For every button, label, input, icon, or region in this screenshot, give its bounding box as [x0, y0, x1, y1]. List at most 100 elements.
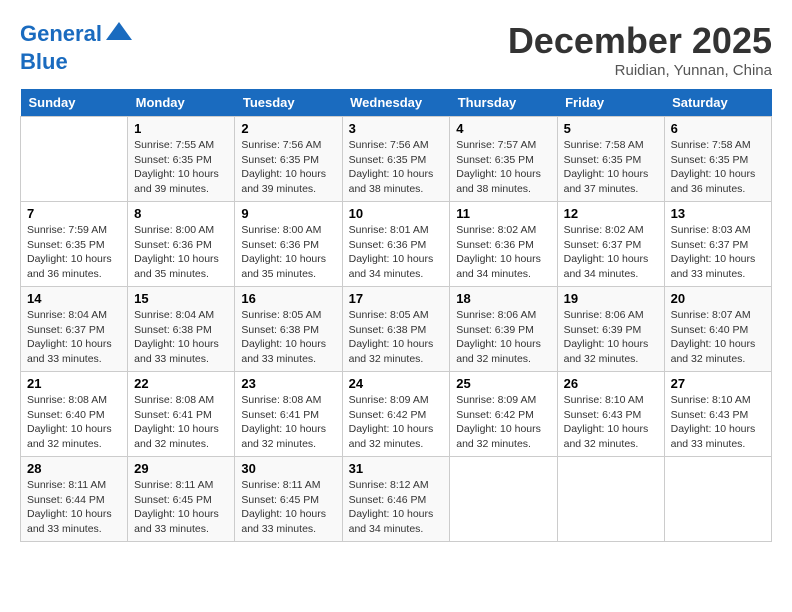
day-number: 26 [564, 376, 658, 391]
day-number: 14 [27, 291, 121, 306]
day-info: Sunrise: 8:05 AM Sunset: 6:38 PM Dayligh… [349, 308, 444, 367]
day-info: Sunrise: 7:55 AM Sunset: 6:35 PM Dayligh… [134, 138, 228, 197]
calendar-cell: 16 Sunrise: 8:05 AM Sunset: 6:38 PM Dayl… [235, 287, 342, 372]
calendar-week-row: 21 Sunrise: 8:08 AM Sunset: 6:40 PM Dayl… [21, 372, 772, 457]
calendar-cell: 30 Sunrise: 8:11 AM Sunset: 6:45 PM Dayl… [235, 457, 342, 542]
day-number: 12 [564, 206, 658, 221]
daylight-hours: Daylight: 10 hours and 32 minutes. [27, 423, 112, 450]
day-info: Sunrise: 8:09 AM Sunset: 6:42 PM Dayligh… [456, 393, 550, 452]
sunrise-time: Sunrise: 8:02 AM [456, 224, 536, 236]
location-subtitle: Ruidian, Yunnan, China [508, 62, 772, 79]
day-info: Sunrise: 7:56 AM Sunset: 6:35 PM Dayligh… [349, 138, 444, 197]
day-info: Sunrise: 8:02 AM Sunset: 6:37 PM Dayligh… [564, 223, 658, 282]
daylight-hours: Daylight: 10 hours and 33 minutes. [241, 508, 326, 535]
day-number: 18 [456, 291, 550, 306]
calendar-cell [557, 457, 664, 542]
weekday-header: Saturday [664, 89, 771, 117]
title-block: December 2025 Ruidian, Yunnan, China [508, 20, 772, 79]
sunrise-time: Sunrise: 8:06 AM [564, 309, 644, 321]
day-info: Sunrise: 8:12 AM Sunset: 6:46 PM Dayligh… [349, 478, 444, 537]
weekday-header-row: SundayMondayTuesdayWednesdayThursdayFrid… [21, 89, 772, 117]
calendar-cell: 19 Sunrise: 8:06 AM Sunset: 6:39 PM Dayl… [557, 287, 664, 372]
day-number: 5 [564, 121, 658, 136]
calendar-cell: 5 Sunrise: 7:58 AM Sunset: 6:35 PM Dayli… [557, 117, 664, 202]
logo-text: General Blue [20, 20, 134, 74]
weekday-header: Thursday [450, 89, 557, 117]
sunset-time: Sunset: 6:35 PM [671, 154, 749, 166]
day-info: Sunrise: 8:10 AM Sunset: 6:43 PM Dayligh… [564, 393, 658, 452]
calendar-cell: 28 Sunrise: 8:11 AM Sunset: 6:44 PM Dayl… [21, 457, 128, 542]
day-info: Sunrise: 8:02 AM Sunset: 6:36 PM Dayligh… [456, 223, 550, 282]
daylight-hours: Daylight: 10 hours and 35 minutes. [134, 253, 219, 280]
calendar-cell: 23 Sunrise: 8:08 AM Sunset: 6:41 PM Dayl… [235, 372, 342, 457]
day-number: 25 [456, 376, 550, 391]
sunrise-time: Sunrise: 8:04 AM [134, 309, 214, 321]
sunset-time: Sunset: 6:35 PM [241, 154, 319, 166]
day-number: 22 [134, 376, 228, 391]
sunset-time: Sunset: 6:43 PM [564, 409, 642, 421]
calendar-cell: 31 Sunrise: 8:12 AM Sunset: 6:46 PM Dayl… [342, 457, 450, 542]
sunrise-time: Sunrise: 7:59 AM [27, 224, 107, 236]
calendar-cell: 29 Sunrise: 8:11 AM Sunset: 6:45 PM Dayl… [128, 457, 235, 542]
daylight-hours: Daylight: 10 hours and 39 minutes. [241, 168, 326, 195]
calendar-table: SundayMondayTuesdayWednesdayThursdayFrid… [20, 89, 772, 542]
day-info: Sunrise: 8:05 AM Sunset: 6:38 PM Dayligh… [241, 308, 335, 367]
day-info: Sunrise: 8:01 AM Sunset: 6:36 PM Dayligh… [349, 223, 444, 282]
sunset-time: Sunset: 6:38 PM [241, 324, 319, 336]
daylight-hours: Daylight: 10 hours and 33 minutes. [134, 338, 219, 365]
calendar-cell: 1 Sunrise: 7:55 AM Sunset: 6:35 PM Dayli… [128, 117, 235, 202]
sunrise-time: Sunrise: 8:08 AM [27, 394, 107, 406]
day-number: 3 [349, 121, 444, 136]
sunset-time: Sunset: 6:35 PM [456, 154, 534, 166]
day-info: Sunrise: 8:06 AM Sunset: 6:39 PM Dayligh… [456, 308, 550, 367]
sunset-time: Sunset: 6:41 PM [134, 409, 212, 421]
day-info: Sunrise: 8:00 AM Sunset: 6:36 PM Dayligh… [241, 223, 335, 282]
calendar-cell: 14 Sunrise: 8:04 AM Sunset: 6:37 PM Dayl… [21, 287, 128, 372]
day-number: 24 [349, 376, 444, 391]
day-info: Sunrise: 8:04 AM Sunset: 6:38 PM Dayligh… [134, 308, 228, 367]
day-info: Sunrise: 7:58 AM Sunset: 6:35 PM Dayligh… [671, 138, 765, 197]
sunrise-time: Sunrise: 8:02 AM [564, 224, 644, 236]
day-info: Sunrise: 8:06 AM Sunset: 6:39 PM Dayligh… [564, 308, 658, 367]
daylight-hours: Daylight: 10 hours and 33 minutes. [134, 508, 219, 535]
daylight-hours: Daylight: 10 hours and 32 minutes. [564, 338, 649, 365]
day-info: Sunrise: 8:08 AM Sunset: 6:41 PM Dayligh… [241, 393, 335, 452]
sunrise-time: Sunrise: 7:58 AM [564, 139, 644, 151]
sunset-time: Sunset: 6:39 PM [564, 324, 642, 336]
day-number: 1 [134, 121, 228, 136]
day-number: 28 [27, 461, 121, 476]
sunrise-time: Sunrise: 8:07 AM [671, 309, 751, 321]
weekday-header: Friday [557, 89, 664, 117]
calendar-cell: 12 Sunrise: 8:02 AM Sunset: 6:37 PM Dayl… [557, 202, 664, 287]
day-number: 11 [456, 206, 550, 221]
sunset-time: Sunset: 6:37 PM [671, 239, 749, 251]
daylight-hours: Daylight: 10 hours and 34 minutes. [349, 508, 434, 535]
sunset-time: Sunset: 6:36 PM [241, 239, 319, 251]
day-number: 16 [241, 291, 335, 306]
day-info: Sunrise: 7:56 AM Sunset: 6:35 PM Dayligh… [241, 138, 335, 197]
sunset-time: Sunset: 6:36 PM [456, 239, 534, 251]
daylight-hours: Daylight: 10 hours and 32 minutes. [456, 423, 541, 450]
day-number: 31 [349, 461, 444, 476]
sunset-time: Sunset: 6:35 PM [349, 154, 427, 166]
calendar-cell: 13 Sunrise: 8:03 AM Sunset: 6:37 PM Dayl… [664, 202, 771, 287]
day-info: Sunrise: 7:57 AM Sunset: 6:35 PM Dayligh… [456, 138, 550, 197]
daylight-hours: Daylight: 10 hours and 38 minutes. [349, 168, 434, 195]
sunrise-time: Sunrise: 8:08 AM [134, 394, 214, 406]
day-number: 19 [564, 291, 658, 306]
day-info: Sunrise: 8:09 AM Sunset: 6:42 PM Dayligh… [349, 393, 444, 452]
day-info: Sunrise: 7:59 AM Sunset: 6:35 PM Dayligh… [27, 223, 121, 282]
sunset-time: Sunset: 6:37 PM [27, 324, 105, 336]
calendar-cell [21, 117, 128, 202]
sunrise-time: Sunrise: 8:06 AM [456, 309, 536, 321]
sunrise-time: Sunrise: 8:01 AM [349, 224, 429, 236]
calendar-cell: 6 Sunrise: 7:58 AM Sunset: 6:35 PM Dayli… [664, 117, 771, 202]
day-number: 7 [27, 206, 121, 221]
calendar-cell: 25 Sunrise: 8:09 AM Sunset: 6:42 PM Dayl… [450, 372, 557, 457]
daylight-hours: Daylight: 10 hours and 33 minutes. [671, 423, 756, 450]
calendar-cell: 7 Sunrise: 7:59 AM Sunset: 6:35 PM Dayli… [21, 202, 128, 287]
daylight-hours: Daylight: 10 hours and 33 minutes. [27, 338, 112, 365]
daylight-hours: Daylight: 10 hours and 34 minutes. [349, 253, 434, 280]
sunset-time: Sunset: 6:42 PM [349, 409, 427, 421]
day-info: Sunrise: 8:07 AM Sunset: 6:40 PM Dayligh… [671, 308, 765, 367]
